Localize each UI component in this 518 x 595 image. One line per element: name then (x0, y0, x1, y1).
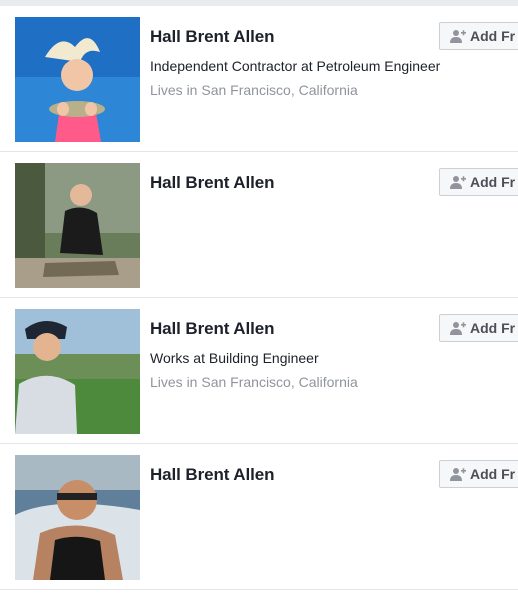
profile-photo[interactable] (15, 309, 140, 434)
result-subtitle: Independent Contractor at Petroleum Engi… (150, 58, 441, 74)
add-friend-button[interactable]: Add Fr (439, 22, 518, 50)
result-row: Hall Brent Allen Add Fr (0, 152, 518, 298)
add-friend-icon (450, 175, 466, 189)
result-name[interactable]: Hall Brent Allen (150, 319, 274, 339)
result-row: Hall Brent Allen Works at Building Engin… (0, 298, 518, 444)
add-friend-icon (450, 321, 466, 335)
add-friend-icon (450, 467, 466, 481)
profile-photo[interactable] (15, 163, 140, 288)
result-row: Hall Brent Allen Add Fr (0, 444, 518, 590)
add-friend-button[interactable]: Add Fr (439, 460, 518, 488)
profile-photo[interactable] (15, 17, 140, 142)
add-friend-label: Add Fr (470, 174, 516, 190)
add-friend-label: Add Fr (470, 466, 516, 482)
add-friend-button[interactable]: Add Fr (439, 314, 518, 342)
result-location: Lives in San Francisco, California (150, 374, 358, 390)
search-results-list: Hall Brent Allen Independent Contractor … (0, 6, 518, 595)
result-row: Hall Brent Allen Independent Contractor … (0, 6, 518, 152)
result-subtitle: Works at Building Engineer (150, 350, 319, 366)
add-friend-label: Add Fr (470, 28, 516, 44)
result-location: Lives in San Francisco, California (150, 82, 358, 98)
add-friend-label: Add Fr (470, 320, 516, 336)
profile-photo[interactable] (15, 455, 140, 580)
result-name[interactable]: Hall Brent Allen (150, 465, 274, 485)
result-name[interactable]: Hall Brent Allen (150, 173, 274, 193)
add-friend-icon (450, 29, 466, 43)
add-friend-button[interactable]: Add Fr (439, 168, 518, 196)
result-name[interactable]: Hall Brent Allen (150, 27, 274, 47)
